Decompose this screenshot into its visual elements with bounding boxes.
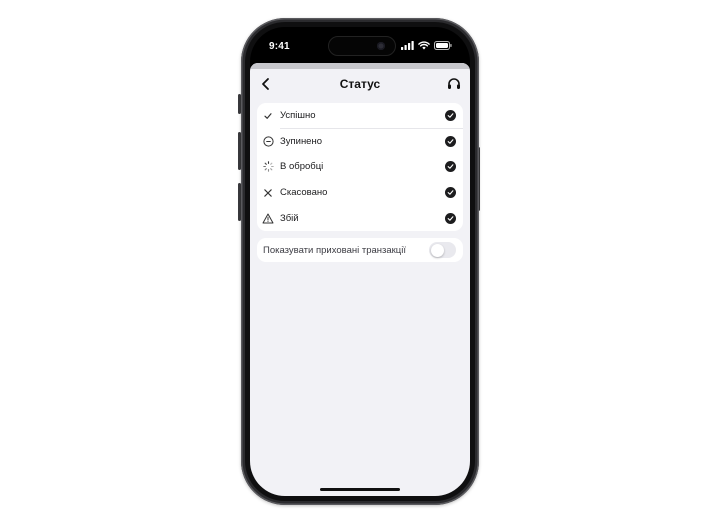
- home-indicator[interactable]: [320, 488, 400, 491]
- nav-bar: Статус: [250, 69, 470, 99]
- toggle-knob: [430, 243, 444, 257]
- minus-circle-icon: [262, 136, 274, 147]
- hidden-transactions-setting: Показувати приховані транзакції: [257, 238, 463, 262]
- status-label: В обробці: [280, 161, 324, 173]
- status-label: Збій: [280, 212, 299, 224]
- headset-icon[interactable]: [446, 76, 462, 92]
- cellular-signal-icon: [401, 41, 414, 50]
- spinner-icon: [262, 161, 274, 173]
- status-bar: 9:41: [250, 27, 470, 63]
- checkmark-icon: [264, 112, 272, 119]
- status-list: Успішно Зупинено В обробці Скасовано Збі…: [257, 103, 463, 231]
- phone-screen: 9:41 Статус Успішно Зупинено В обробці С…: [250, 27, 470, 496]
- status-icons: [401, 41, 452, 50]
- status-filter-sheet: Статус Успішно Зупинено В обробці Скасов…: [250, 63, 470, 496]
- dynamic-island: [328, 36, 396, 56]
- hidden-transactions-toggle[interactable]: [429, 242, 456, 258]
- status-time: 9:41: [269, 41, 290, 52]
- status-row-success[interactable]: Успішно: [257, 103, 463, 129]
- chevron-left-icon[interactable]: [258, 76, 274, 92]
- status-row-cancelled[interactable]: Скасовано: [257, 180, 463, 206]
- wifi-icon: [418, 41, 430, 50]
- stage: 9:41 Статус Успішно Зупинено В обробці С…: [0, 0, 720, 525]
- selected-check-icon[interactable]: [445, 161, 456, 173]
- warning-triangle-icon: [262, 213, 274, 224]
- status-label: Зупинено: [280, 135, 322, 147]
- status-row-failed[interactable]: Збій: [257, 205, 463, 231]
- camera-icon: [377, 42, 385, 50]
- status-label: Успішно: [280, 110, 316, 122]
- selected-check-icon[interactable]: [445, 135, 456, 147]
- battery-icon: [434, 41, 452, 50]
- selected-check-icon[interactable]: [445, 212, 456, 224]
- cross-icon: [264, 188, 272, 197]
- hidden-transactions-label: Показувати приховані транзакції: [263, 244, 406, 256]
- status-row-processing[interactable]: В обробці: [257, 154, 463, 180]
- status-label: Скасовано: [280, 187, 328, 199]
- page-title: Статус: [339, 77, 381, 91]
- selected-check-icon[interactable]: [445, 187, 456, 199]
- status-row-stopped[interactable]: Зупинено: [257, 129, 463, 155]
- selected-check-icon[interactable]: [445, 110, 456, 122]
